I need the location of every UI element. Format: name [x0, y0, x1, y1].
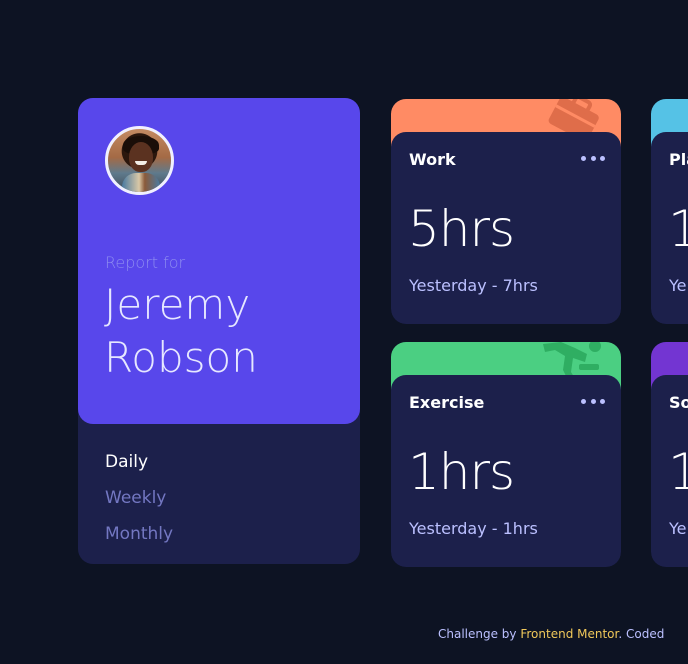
avatar	[105, 126, 174, 195]
card-title: So	[669, 393, 688, 412]
card-hours: 5hrs	[408, 200, 515, 258]
user-last-name: Robson	[104, 333, 258, 382]
options-icon[interactable]	[581, 391, 605, 411]
card-work: Work 5hrs Yesterday - 7hrs	[391, 99, 621, 324]
profile-header: Report for Jeremy Robson	[78, 98, 360, 424]
frontend-mentor-link[interactable]: Frontend Mentor	[520, 627, 618, 641]
card-work-body: Work 5hrs Yesterday - 7hrs	[391, 132, 621, 324]
card-title: Work	[409, 150, 456, 169]
card-exercise-body: Exercise 1hrs Yesterday - 1hrs	[391, 375, 621, 567]
card-title: Play	[669, 150, 688, 169]
card-previous: Yesterday - 1hrs	[409, 519, 538, 538]
time-tracking-dashboard: Report for Jeremy Robson Daily Weekly Mo…	[0, 0, 688, 664]
attribution-suffix: . Coded	[618, 627, 665, 641]
card-previous: Ye	[669, 519, 687, 538]
period-weekly[interactable]: Weekly	[105, 488, 173, 508]
period-monthly[interactable]: Monthly	[105, 524, 173, 544]
user-first-name: Jeremy	[104, 280, 251, 329]
card-previous: Yesterday - 7hrs	[409, 276, 538, 295]
card-hours: 1	[668, 200, 688, 258]
period-selector: Daily Weekly Monthly	[105, 452, 173, 560]
card-exercise: Exercise 1hrs Yesterday - 1hrs	[391, 342, 621, 567]
attribution: Challenge by Frontend Mentor. Coded	[438, 627, 664, 641]
card-hours: 1hrs	[408, 443, 515, 501]
period-daily[interactable]: Daily	[105, 452, 173, 472]
options-icon[interactable]	[581, 148, 605, 168]
card-previous: Ye	[669, 276, 687, 295]
card-play-body: Play 1 Ye	[651, 132, 688, 324]
card-social-body: So 1 Ye	[651, 375, 688, 567]
card-title: Exercise	[409, 393, 485, 412]
card-social: So 1 Ye	[651, 342, 688, 567]
attribution-prefix: Challenge by	[438, 627, 517, 641]
card-play: Play 1 Ye	[651, 99, 688, 324]
user-name: Jeremy Robson	[104, 278, 344, 384]
profile-card: Report for Jeremy Robson Daily Weekly Mo…	[78, 98, 360, 564]
report-for-label: Report for	[105, 253, 186, 272]
card-hours: 1	[668, 443, 688, 501]
